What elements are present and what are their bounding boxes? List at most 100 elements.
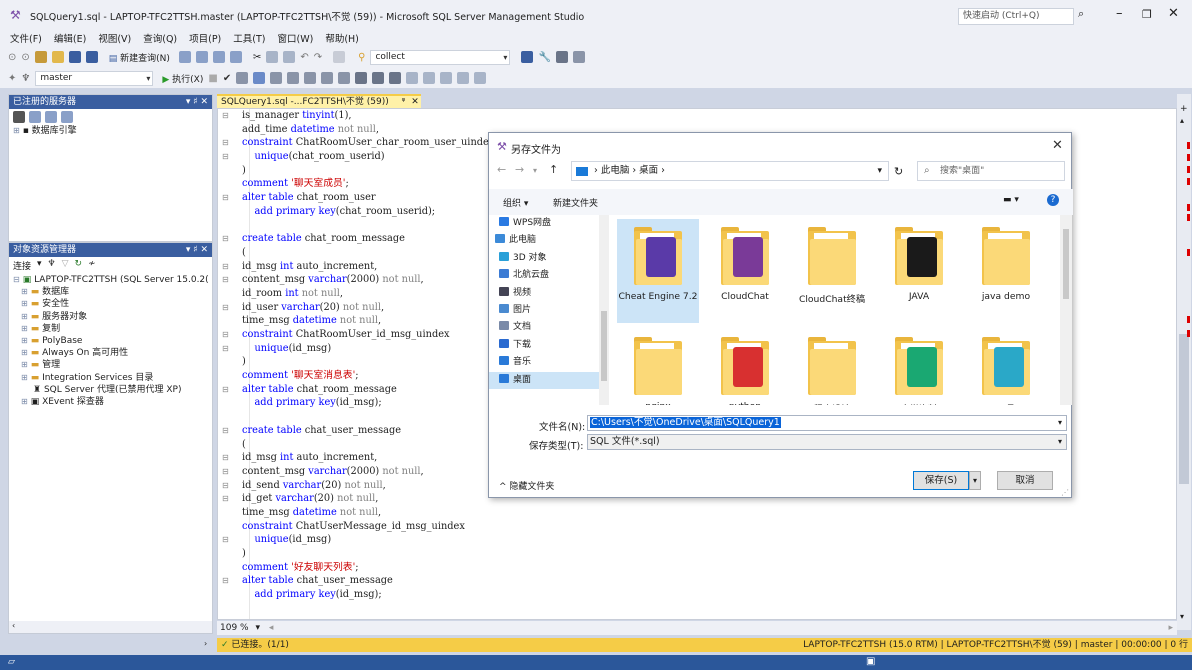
code-line[interactable]: ⊟ id_msg int auto_increment, [222, 451, 489, 465]
code-line[interactable]: add primary key(id_msg); [242, 588, 489, 602]
file-item[interactable]: 大学资料 [878, 329, 960, 405]
file-item[interactable]: CloudChat [704, 219, 786, 302]
fold-icon[interactable]: ⊟ [222, 479, 229, 493]
view-icon[interactable]: ▬ ▾ [1003, 195, 1019, 205]
organize-button[interactable]: 组织 ▾ [503, 196, 528, 209]
refresh-icon[interactable]: ↻ [894, 165, 903, 178]
connect-button[interactable]: 连接 [13, 259, 31, 272]
error-marker[interactable] [1187, 249, 1190, 256]
filter-icon[interactable]: ▽ [62, 259, 69, 272]
code-line[interactable]: comment '好友聊天列表'; [242, 561, 489, 575]
hscroll-right-icon[interactable]: ▸ [1168, 621, 1173, 635]
nav-item-6[interactable]: 文档 [489, 319, 608, 336]
hscroll-left-icon[interactable]: ◂ [269, 623, 274, 633]
open-icon[interactable] [51, 51, 64, 63]
window-layout-icon[interactable] [572, 51, 585, 63]
code-line[interactable]: id_room int not null, [242, 287, 489, 301]
parse-icon[interactable]: ✔ [223, 73, 231, 84]
code-line[interactable]: ⊟ is_manager tinyint(1), [222, 109, 489, 123]
chevron-down-icon[interactable]: ▾ [1058, 416, 1062, 430]
tree-item-7[interactable]: ⊞ ▬ Integration Services 目录 [13, 372, 212, 384]
fold-icon[interactable]: ⊟ [222, 301, 229, 315]
back-arrow-icon[interactable]: ← [497, 163, 506, 176]
tools-icon[interactable]: 🔧 [538, 52, 550, 63]
fold-icon[interactable]: ⊟ [222, 574, 229, 588]
expand-icon[interactable]: ⊞ [21, 336, 28, 345]
find-icon[interactable]: ⚲ [358, 52, 365, 63]
tree-item-4[interactable]: ⊞ ▬ PolyBase [13, 335, 212, 347]
fold-icon[interactable]: ⊟ [222, 191, 229, 205]
code-line[interactable]: ⊟ alter table chat_user_message [222, 574, 489, 588]
file-item[interactable]: Cheat Engine 7.2 [617, 219, 699, 323]
nav-item-1[interactable]: 此电脑 [489, 232, 608, 249]
file-item[interactable]: JAVA [878, 219, 960, 302]
intellisense-icon[interactable] [287, 72, 300, 84]
files-scroll-thumb[interactable] [1063, 229, 1069, 299]
tree-item-2[interactable]: ⊞ ▬ 服务器对象 [13, 311, 212, 323]
close-tab-icon[interactable]: ✕ [411, 97, 419, 107]
tree-item-3[interactable]: ⊞ ▬ 复制 [13, 323, 212, 335]
chevron-down-icon[interactable]: ▾ [1058, 435, 1062, 449]
close-icon[interactable]: ✕ [1168, 6, 1179, 21]
activity-monitor-icon[interactable]: ≁ [88, 259, 96, 272]
code-area[interactable]: ⊟ is_manager tinyint(1), add_time datetime… [222, 109, 489, 602]
code-line[interactable]: ⊟ create table chat_user_message [222, 424, 489, 438]
nav-item-4[interactable]: 视频 [489, 285, 608, 302]
code-line[interactable]: ⊟ unique(chat_room_userid) [222, 150, 489, 164]
code-line[interactable]: ⊟ constraint ChatRoomUser_id_msg_uindex [222, 328, 489, 342]
filetype-select[interactable]: SQL 文件(*.sql) ▾ [587, 434, 1067, 450]
back-icon[interactable]: ⊙ [8, 52, 16, 63]
code-line[interactable]: add primary key(id_msg); [242, 396, 489, 410]
pin-icon[interactable]: ᵠ [402, 97, 406, 107]
expand-icon[interactable]: ⊞ [13, 126, 20, 135]
pane-controls[interactable]: ▾ ♯ ✕ [186, 95, 208, 109]
tree-item-5[interactable]: ⊞ ▬ Always On 高可用性 [13, 347, 212, 359]
new-query-button[interactable]: ▤ 新建查询(N) [109, 51, 170, 64]
code-line[interactable]: ⊟ constraint ChatRoomUser_char_room_user_… [222, 136, 489, 150]
tree-item-6[interactable]: ⊞ ▬ 管理 [13, 359, 212, 371]
code-line[interactable]: ) [242, 355, 489, 369]
cancel-button[interactable]: 取消 [997, 471, 1053, 490]
code-line[interactable]: comment '聊天室消息表'; [242, 369, 489, 383]
client-stats-icon[interactable] [338, 72, 351, 84]
code-line[interactable]: ⊟ id_user varchar(20) not null, [222, 301, 489, 315]
code-line[interactable]: ⊟ content_msg varchar(2000) not null, [222, 465, 489, 479]
file-item[interactable]: java demo [965, 219, 1047, 302]
fold-icon[interactable]: ⊟ [222, 109, 229, 123]
expand-icon[interactable]: ⊞ [21, 299, 28, 308]
scroll-down-icon[interactable]: ▾ [1180, 612, 1184, 621]
analysis-services-icon[interactable] [29, 111, 41, 123]
nav-item-9[interactable]: 桌面 [489, 371, 608, 389]
code-line[interactable]: ⊟ unique(id_msg) [222, 533, 489, 547]
save-icon[interactable] [68, 51, 81, 63]
files-scrollbar[interactable] [1060, 215, 1072, 405]
tree-item-server[interactable]: ⊟ ▣ LAPTOP-TFC2TTSH (SQL Server 15.0.2( [13, 274, 212, 286]
menu-item-7[interactable]: 帮助(H) [325, 31, 359, 45]
error-marker[interactable] [1187, 214, 1190, 221]
restore-icon[interactable]: ❐ [1142, 8, 1152, 21]
expand-icon[interactable]: ⊞ [21, 360, 28, 369]
tree-item-database-engine[interactable]: ⊞ ▪ 数据库引擎 [13, 125, 212, 137]
forward-icon[interactable]: ⊙ [21, 52, 29, 63]
save-all-icon[interactable] [85, 51, 98, 63]
search-input[interactable]: ⌕ 搜索"桌面" [917, 161, 1065, 181]
tab-sqlquery1[interactable]: SQLQuery1.sql -...FC2TTSH\不觉 (59)) ᵠ ✕ [217, 94, 421, 108]
code-line[interactable]: ⊟ id_msg int auto_increment, [222, 260, 489, 274]
expand-icon[interactable]: ⊞ [21, 324, 28, 333]
paste-icon[interactable] [283, 51, 296, 63]
fold-icon[interactable]: ⊟ [222, 136, 229, 150]
scroll-up-icon[interactable]: ▴ [1180, 116, 1184, 125]
specify-values-icon[interactable] [474, 72, 487, 84]
filename-field[interactable]: C:\Users\不觉\OneDrive\桌面\SQLQuery1 ▾ [587, 415, 1067, 431]
database-engine-icon[interactable] [13, 111, 25, 123]
code-line[interactable]: add primary key(chat_room_userid); [242, 205, 489, 219]
collapse-icon[interactable]: ⊟ [13, 275, 20, 284]
menu-item-1[interactable]: 编辑(E) [54, 31, 86, 45]
nav-item-2[interactable]: 3D 对象 [489, 250, 608, 267]
menu-item-0[interactable]: 文件(F) [10, 31, 42, 45]
forward-arrow-icon[interactable]: → [515, 163, 524, 176]
outdent-icon[interactable] [440, 72, 453, 84]
fold-icon[interactable]: ⊟ [222, 424, 229, 438]
code-line[interactable]: ⊟ create table chat_room_message [222, 232, 489, 246]
search-icon[interactable]: ⌕ [1078, 7, 1084, 21]
